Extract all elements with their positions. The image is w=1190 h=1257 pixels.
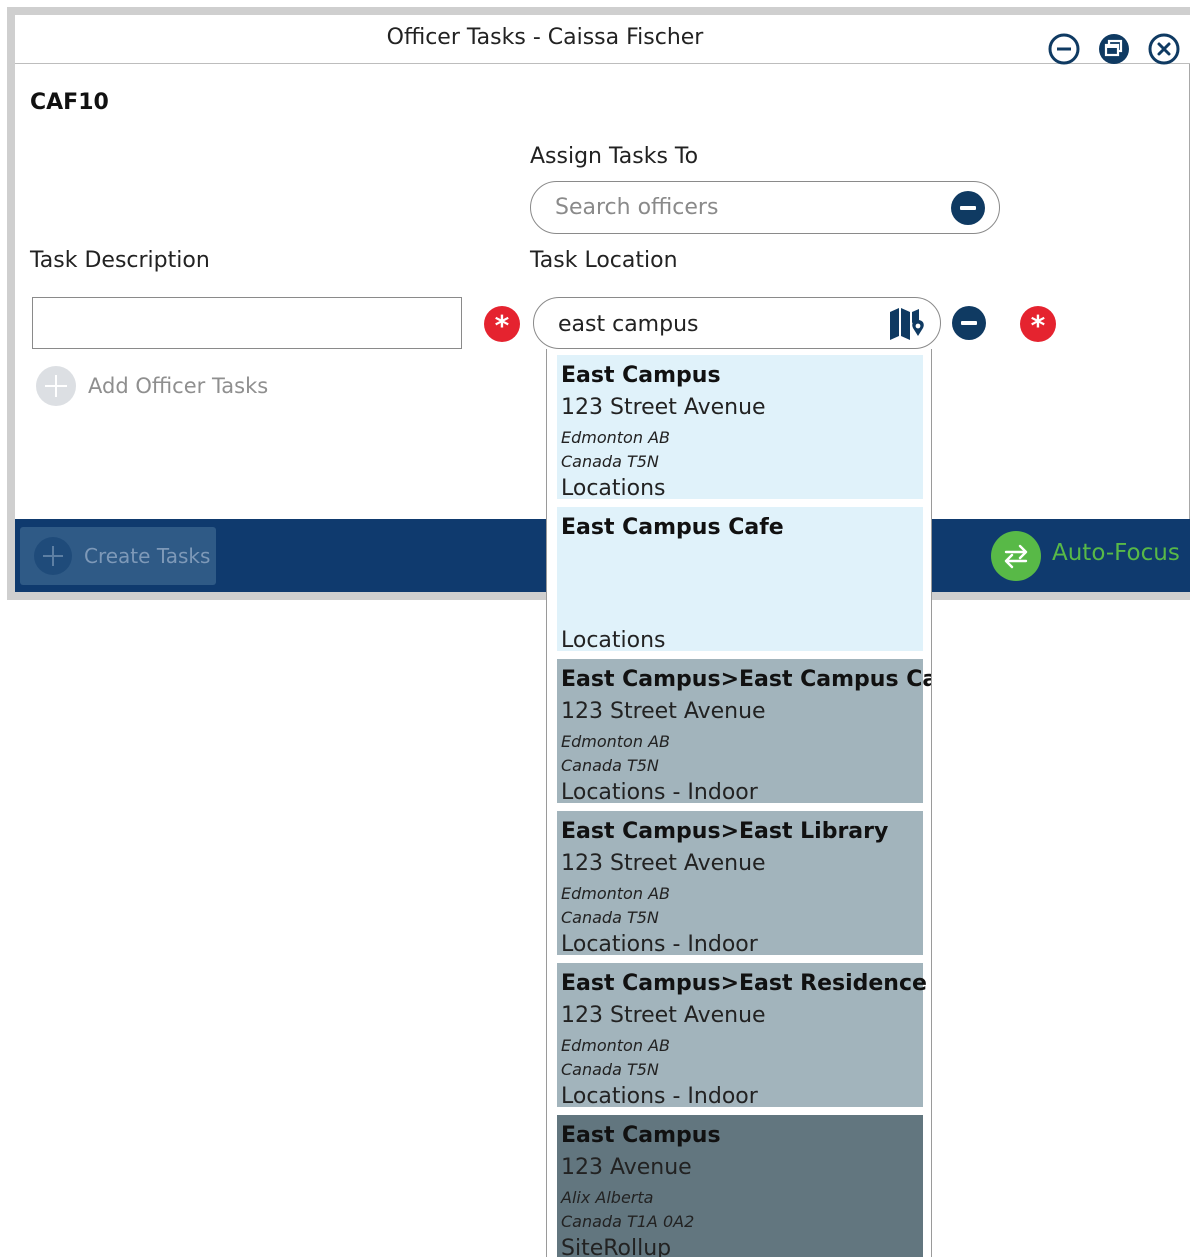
restore-button[interactable] — [1097, 32, 1131, 66]
result-type: SiteRollup — [561, 1236, 672, 1257]
restore-icon — [1099, 34, 1129, 64]
close-button[interactable] — [1147, 32, 1181, 66]
result-street: 123 Avenue — [561, 1155, 692, 1180]
result-street: 123 Street Avenue — [561, 395, 766, 420]
result-type: Locations — [561, 476, 666, 501]
location-result-item[interactable]: East Campus 123 Avenue Alix Alberta Cana… — [557, 1115, 923, 1257]
title-bar: Officer Tasks - Caissa Fischer — [15, 15, 1190, 66]
close-icon — [1148, 33, 1180, 65]
auto-focus-label[interactable]: Auto-Focus — [1052, 540, 1180, 566]
location-result-item[interactable]: East Campus Cafe Locations — [557, 507, 923, 653]
result-country: Canada T5N — [561, 908, 659, 927]
window-frame-left — [7, 7, 15, 600]
create-tasks-label: Create Tasks — [84, 544, 211, 568]
window-frame-top — [7, 7, 1190, 15]
officer-search-remove-button[interactable] — [951, 191, 985, 225]
task-location-label: Task Location — [530, 248, 678, 273]
result-street: 123 Street Avenue — [561, 851, 766, 876]
location-result-item[interactable]: East Campus 123 Street Avenue Edmonton A… — [557, 355, 923, 501]
result-type: Locations — [561, 628, 666, 653]
location-results-dropdown: East Campus 123 Street Avenue Edmonton A… — [546, 349, 932, 1257]
result-name: East Campus — [561, 363, 721, 388]
result-name: East Campus — [561, 1123, 721, 1148]
required-icon-location: * — [1020, 306, 1056, 342]
result-name: East Campus>East Residence — [561, 971, 927, 996]
add-officer-tasks-label: Add Officer Tasks — [88, 374, 269, 398]
required-icon-description: * — [484, 306, 520, 342]
add-icon — [34, 537, 72, 575]
window-title: Officer Tasks - Caissa Fischer — [386, 25, 704, 50]
result-city: Edmonton AB — [561, 732, 670, 751]
auto-focus-button[interactable] — [991, 531, 1041, 581]
minimize-icon — [1048, 33, 1080, 65]
result-name: East Campus>East Library — [561, 819, 889, 844]
create-tasks-button[interactable]: Create Tasks — [20, 527, 216, 585]
task-description-input[interactable] — [33, 298, 465, 350]
result-name: East Campus Cafe — [561, 515, 784, 540]
task-location-remove-button[interactable] — [952, 306, 986, 340]
result-country: Canada T5N — [561, 756, 659, 775]
result-type: Locations - Indoor — [561, 932, 758, 957]
task-location-input[interactable] — [556, 311, 940, 338]
result-street: 123 Street Avenue — [561, 1003, 766, 1028]
result-city: Edmonton AB — [561, 884, 670, 903]
minimize-button[interactable] — [1047, 32, 1081, 66]
result-country: Canada T5N — [561, 452, 659, 471]
result-country: Canada T5N — [561, 1060, 659, 1079]
officer-search-input[interactable] — [553, 194, 937, 221]
result-street: 123 Street Avenue — [561, 699, 766, 724]
record-id: CAF10 — [30, 90, 109, 115]
add-icon — [36, 366, 76, 406]
result-city: Edmonton AB — [561, 1036, 670, 1055]
task-description-field[interactable] — [32, 297, 465, 350]
map-location-icon[interactable] — [888, 306, 926, 342]
location-result-item[interactable]: East Campus>East Library 123 Street Aven… — [557, 811, 923, 957]
swap-arrows-icon — [1004, 544, 1028, 569]
officer-search-field[interactable] — [530, 181, 1000, 234]
result-name: East Campus>East Campus Cafe — [561, 667, 932, 692]
task-location-field[interactable] — [533, 297, 941, 349]
result-country: Canada T1A 0A2 — [561, 1212, 695, 1231]
location-result-item[interactable]: East Campus>East Campus Cafe 123 Street … — [557, 659, 931, 805]
result-type: Locations - Indoor — [561, 1084, 758, 1109]
result-type: Locations - Indoor — [561, 780, 758, 805]
location-result-item[interactable]: East Campus>East Residence 123 Street Av… — [557, 963, 927, 1109]
result-city: Edmonton AB — [561, 428, 670, 447]
assign-tasks-label: Assign Tasks To — [530, 144, 699, 169]
task-description-label: Task Description — [30, 248, 210, 273]
result-city: Alix Alberta — [561, 1188, 654, 1207]
